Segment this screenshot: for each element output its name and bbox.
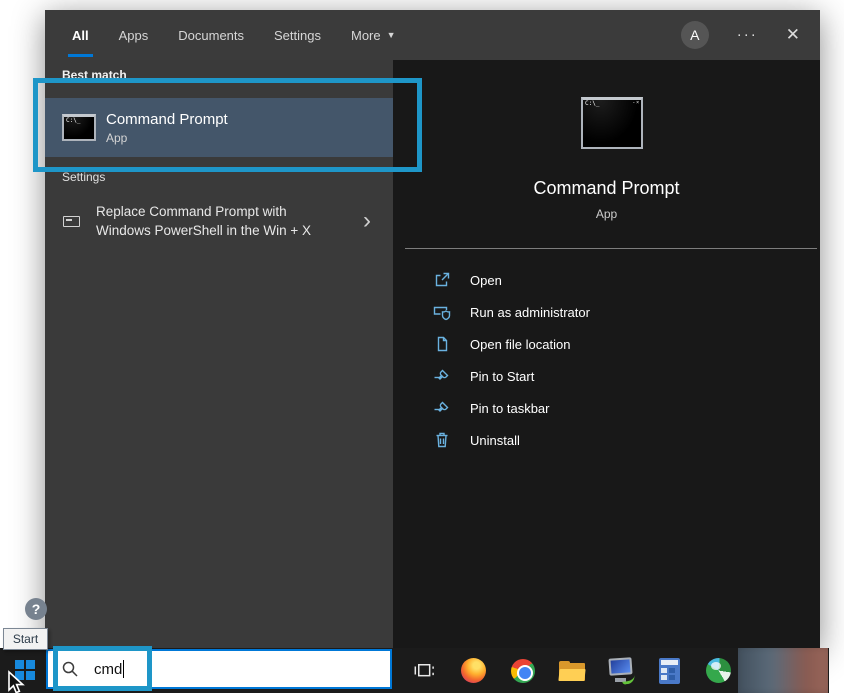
search-icon <box>61 660 80 679</box>
text-caret <box>123 660 124 678</box>
results-panel: Best match C:\_ Command Prompt App Setti… <box>45 60 393 648</box>
taskbar-search-input[interactable]: cmd <box>46 649 392 689</box>
account-avatar[interactable]: A <box>681 21 709 49</box>
tab-all[interactable]: All <box>72 10 89 60</box>
tab-more[interactable]: More ▼ <box>351 10 396 60</box>
best-match-header: Best match <box>62 68 127 82</box>
search-filter-bar: All Apps Documents Settings More ▼ A ·· <box>45 10 820 60</box>
start-tooltip: Start <box>3 628 48 650</box>
tray-blurred-thumbnail[interactable] <box>738 648 828 693</box>
best-match-result[interactable]: C:\_ Command Prompt App <box>45 98 393 157</box>
pc-monitor-icon <box>607 658 635 684</box>
vpn-globe-button[interactable] <box>694 648 743 693</box>
command-prompt-icon-large: C:\_ - × <box>581 97 643 149</box>
action-open-file-location[interactable]: Open file location <box>433 328 810 360</box>
chevron-right-icon: › <box>363 211 371 231</box>
calculator-icon <box>659 658 680 684</box>
result-title: Command Prompt <box>106 111 228 128</box>
app-title: Command Prompt <box>393 178 820 199</box>
search-query-text: cmd <box>94 661 122 678</box>
settings-item-label: Replace Command Prompt with Windows Powe… <box>96 202 326 240</box>
pc-app-button[interactable] <box>596 648 645 693</box>
file-explorer-button[interactable] <box>547 648 596 693</box>
help-bubble-icon[interactable]: ? <box>25 598 47 620</box>
action-run-as-admin[interactable]: Run as administrator <box>433 296 810 328</box>
firefox-button[interactable] <box>449 648 498 693</box>
globe-icon <box>706 658 731 683</box>
file-explorer-icon <box>559 661 585 681</box>
close-icon[interactable]: ✕ <box>786 25 800 45</box>
action-open[interactable]: Open <box>433 264 810 296</box>
chevron-down-icon: ▼ <box>387 30 396 40</box>
action-pin-to-taskbar[interactable]: Pin to taskbar <box>433 392 810 424</box>
app-subtitle: App <box>393 207 820 221</box>
result-subtitle: App <box>106 131 228 145</box>
calculator-button[interactable] <box>645 648 694 693</box>
pin-icon <box>433 399 451 417</box>
pin-icon <box>433 367 451 385</box>
settings-result-item[interactable]: Replace Command Prompt with Windows Powe… <box>45 192 393 250</box>
task-view-icon <box>413 659 436 682</box>
task-view-button[interactable] <box>400 648 449 693</box>
command-prompt-icon: C:\_ <box>62 114 96 141</box>
action-pin-to-start[interactable]: Pin to Start <box>433 360 810 392</box>
chrome-icon <box>511 659 535 683</box>
display-settings-icon <box>63 216 80 227</box>
admin-shield-icon <box>433 303 451 321</box>
screenshot-stage: All Apps Documents Settings More ▼ A ·· <box>0 0 844 693</box>
action-uninstall[interactable]: Uninstall <box>433 424 810 456</box>
file-location-icon <box>433 335 451 353</box>
open-icon <box>433 271 451 289</box>
detail-panel: C:\_ - × Command Prompt App Open <box>393 60 820 648</box>
mouse-cursor <box>6 670 28 695</box>
chrome-button[interactable] <box>498 648 547 693</box>
filter-tabs: All Apps Documents Settings More ▼ <box>45 10 396 60</box>
firefox-icon <box>461 658 486 683</box>
tab-documents[interactable]: Documents <box>178 10 244 60</box>
divider <box>405 248 817 249</box>
settings-section-header: Settings <box>62 170 105 184</box>
tab-settings[interactable]: Settings <box>274 10 321 60</box>
action-list: Open Run as administrator Open file <box>433 264 810 456</box>
search-flyout-window: All Apps Documents Settings More ▼ A ·· <box>45 10 820 648</box>
more-options-icon[interactable]: ··· <box>737 30 758 40</box>
taskbar: cmd <box>0 648 829 693</box>
trash-icon <box>433 431 451 449</box>
tab-apps[interactable]: Apps <box>119 10 149 60</box>
